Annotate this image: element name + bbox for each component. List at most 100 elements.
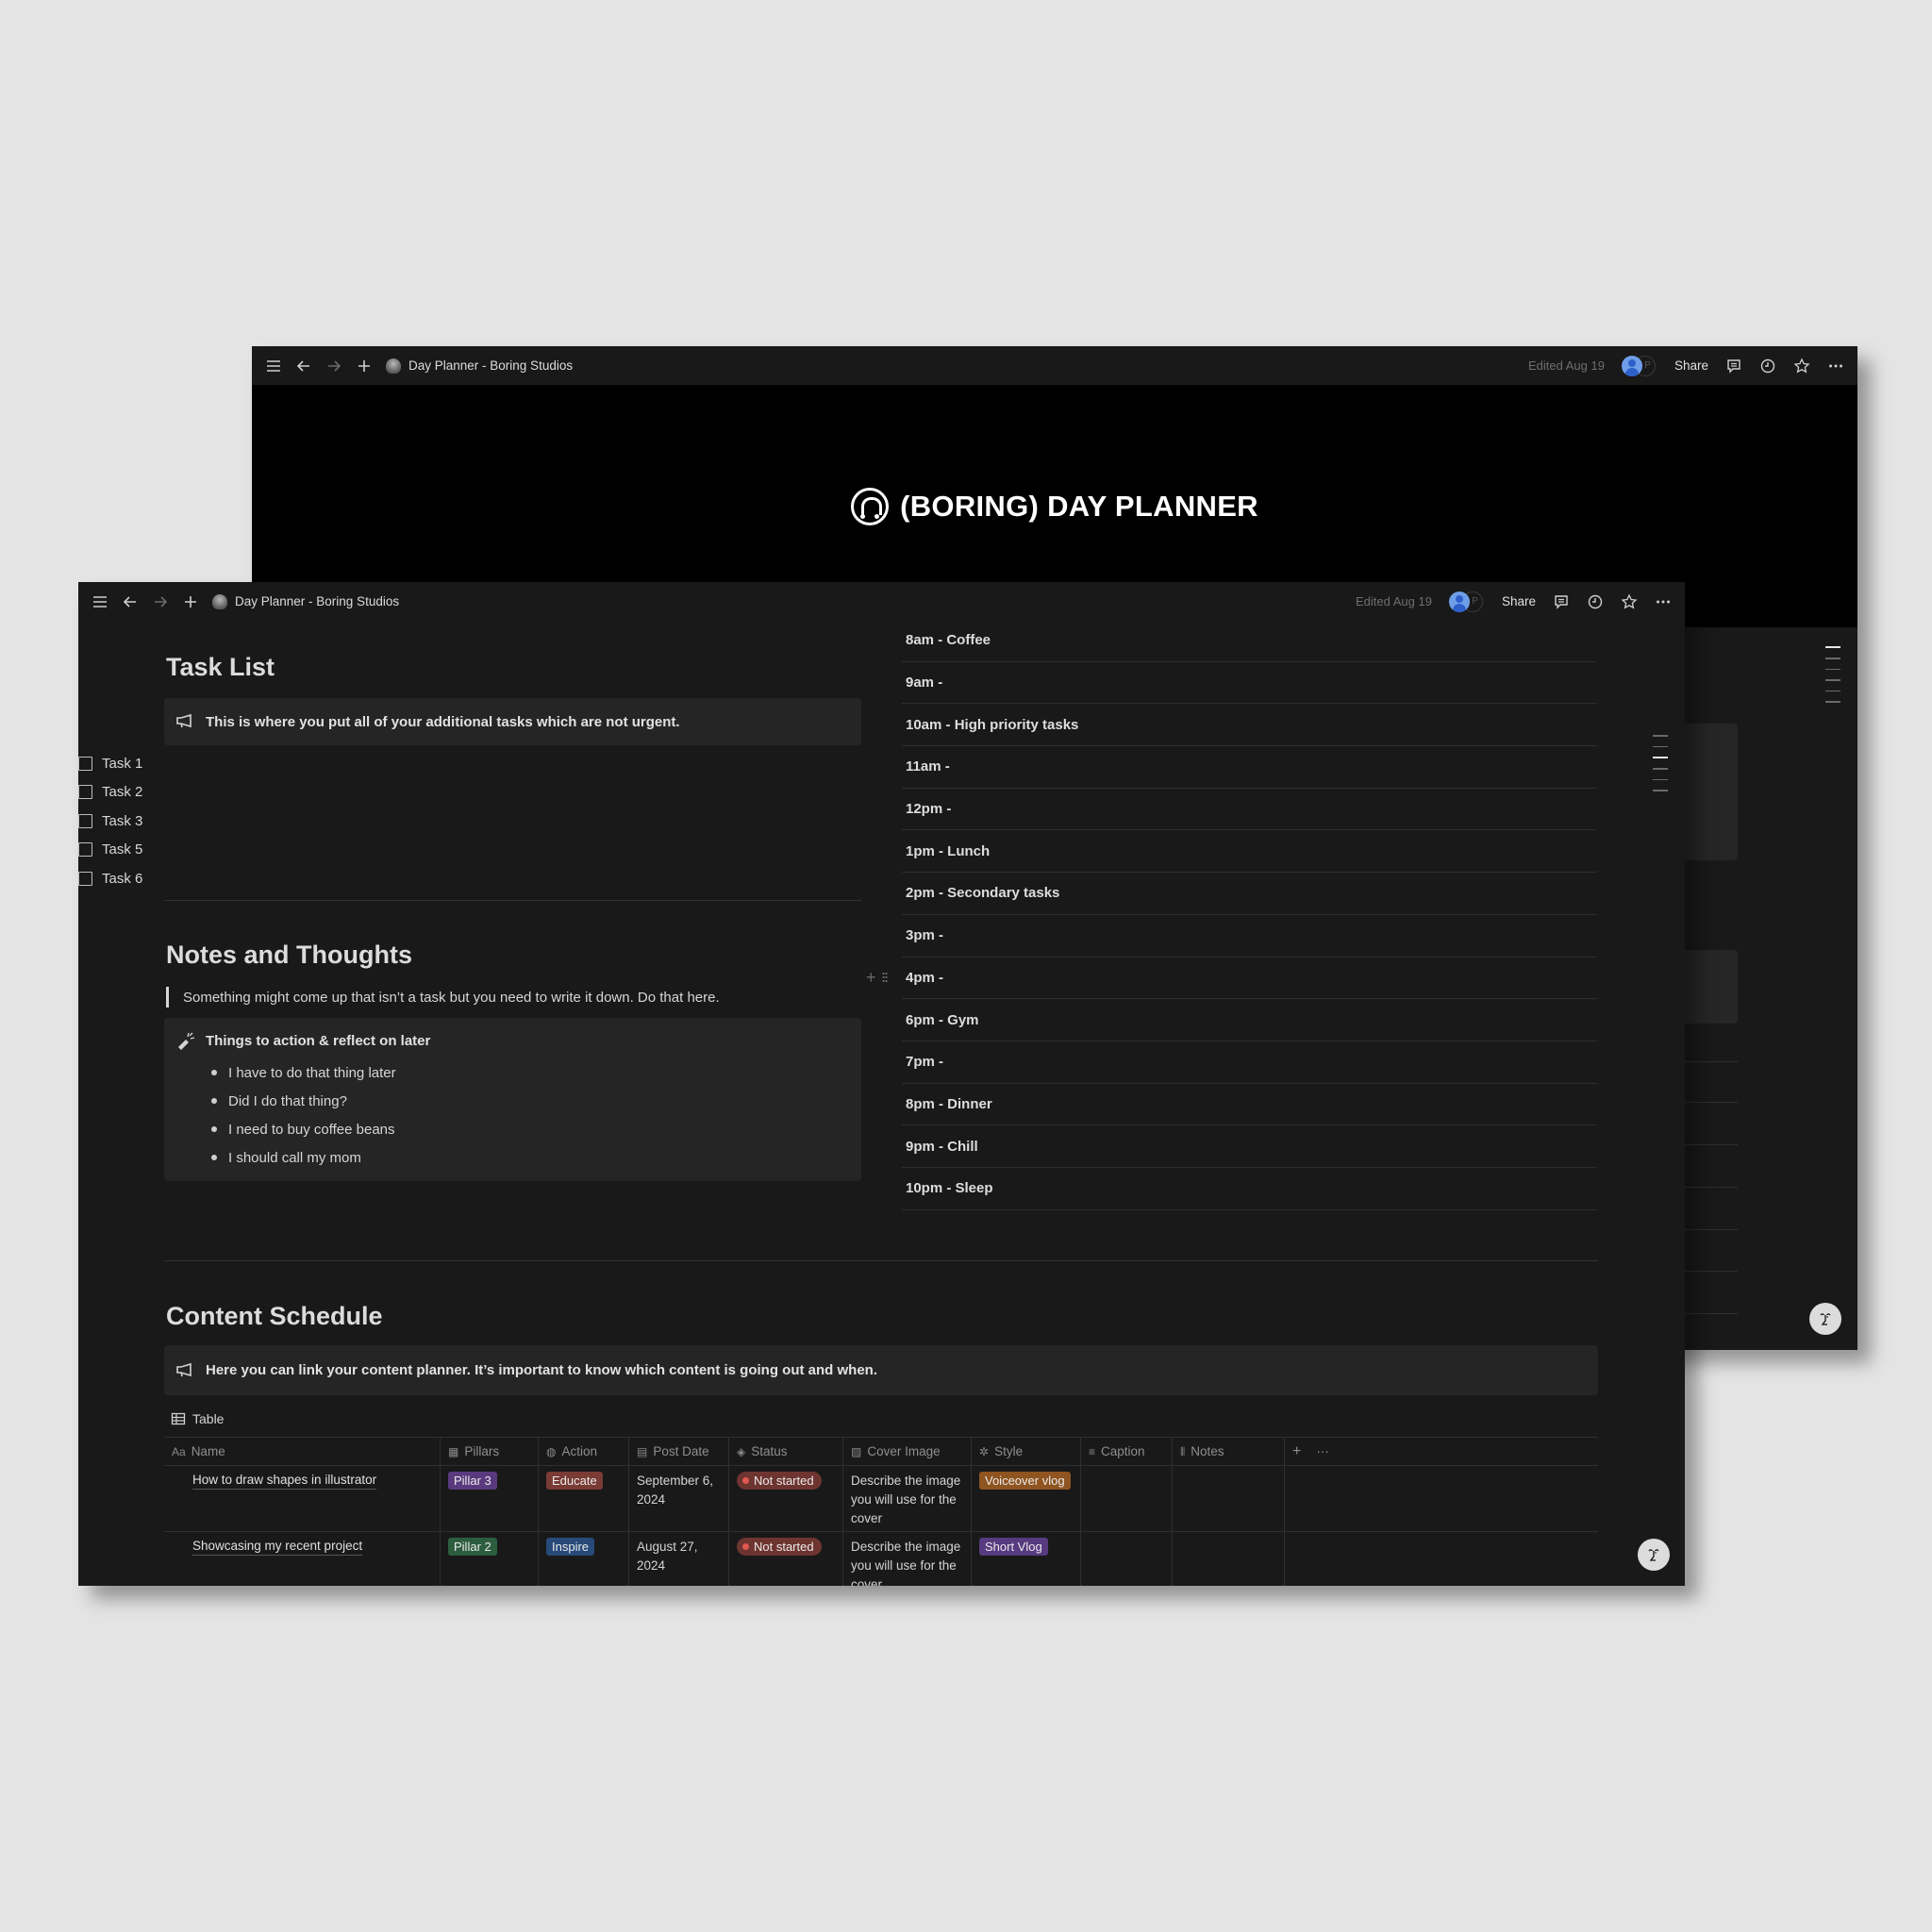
forward-arrow-icon[interactable] [152,593,169,610]
new-page-plus-icon[interactable] [182,593,199,610]
back-arrow-icon[interactable] [122,593,139,610]
back-arrow-icon[interactable] [295,358,312,375]
column-header-caption[interactable]: ≡ Caption [1081,1438,1173,1465]
collaborator-avatars[interactable]: P [1448,591,1485,612]
notes-cell[interactable] [1173,1532,1285,1586]
toc-marker[interactable] [1653,768,1668,770]
caption-cell[interactable] [1081,1532,1173,1586]
forward-arrow-icon[interactable] [325,358,342,375]
history-clock-icon[interactable] [1587,593,1604,610]
status-badge[interactable]: Not started [737,1538,822,1556]
time-slot[interactable]: 10am - High priority tasks [902,704,1597,747]
toc-marker[interactable] [1653,778,1668,780]
action-tag[interactable]: Inspire [546,1538,595,1556]
caption-cell[interactable] [1081,1466,1173,1531]
menu-icon[interactable] [265,358,282,375]
time-slot[interactable]: 11am - [902,746,1597,789]
cover-image-cell[interactable]: Describe the image you will use for the … [843,1532,972,1586]
time-slot[interactable]: 1pm - Lunch [902,830,1597,874]
toc-marker[interactable] [1653,745,1668,747]
column-header-cover-image[interactable]: ▨ Cover Image [843,1438,972,1465]
table-row[interactable]: Showcasing my recent project Pillar 2 In… [164,1531,1598,1586]
post-date-cell[interactable]: August 27, 2024 [629,1532,729,1586]
time-slot[interactable]: 9pm - Chill [902,1125,1597,1168]
column-header-pillars[interactable]: ▦ Pillars [441,1438,539,1465]
notes-cell[interactable] [1173,1466,1285,1531]
checkbox[interactable] [78,871,92,886]
toc-marker[interactable] [1653,735,1668,737]
add-column-plus-icon[interactable]: + [1292,1442,1301,1461]
action-tag[interactable]: Educate [546,1472,603,1490]
toc-marker[interactable] [1825,690,1840,691]
new-page-plus-icon[interactable] [356,358,373,375]
history-clock-icon[interactable] [1759,358,1776,375]
checkbox[interactable] [78,813,92,828]
menu-icon[interactable] [92,593,108,610]
breadcrumb[interactable]: Day Planner - Boring Studios [212,593,399,609]
front-window: Day Planner - Boring Studios Edited Aug … [78,582,1685,1586]
time-slot[interactable]: 3pm - [902,915,1597,958]
add-block-plus-icon[interactable]: + [866,968,876,988]
share-button[interactable]: Share [1502,594,1536,608]
style-tag[interactable]: Voiceover vlog [979,1472,1071,1490]
time-slot[interactable]: 12pm - [902,789,1597,831]
column-header-name[interactable]: Aa Name [164,1438,441,1465]
more-options-icon[interactable] [1655,593,1672,610]
help-button[interactable] [1809,1303,1841,1335]
pillar-tag[interactable]: Pillar 3 [448,1472,497,1490]
column-header-notes[interactable]: ⦀ Notes [1173,1438,1285,1465]
pillar-tag[interactable]: Pillar 2 [448,1538,497,1556]
toc-marker[interactable] [1825,679,1840,681]
drag-handle-icon[interactable] [881,972,888,984]
time-slot[interactable]: + 4pm - [866,958,1597,1000]
checkbox[interactable] [78,785,92,800]
table-row[interactable]: How to draw shapes in illustrator Pillar… [164,1465,1598,1531]
time-slot[interactable]: 6pm - Gym [902,999,1597,1041]
time-slot[interactable]: 10pm - Sleep [902,1168,1597,1210]
favorite-star-icon[interactable] [1793,357,1810,375]
column-header-status[interactable]: ◈ Status [729,1438,843,1465]
task-item[interactable]: Task 2 [78,778,142,808]
collaborator-avatars[interactable]: P [1621,355,1657,376]
task-item[interactable]: Task 5 [78,836,142,865]
toc-marker[interactable] [1653,757,1668,758]
toc-marker[interactable] [1825,658,1840,659]
toc-marker[interactable] [1825,701,1840,703]
favorite-star-icon[interactable] [1621,592,1638,610]
checkbox[interactable] [78,756,92,771]
style-tag[interactable]: Short Vlog [979,1538,1048,1556]
time-slot[interactable]: 8pm - Dinner [902,1084,1597,1126]
checkbox[interactable] [78,842,92,858]
view-tab-table[interactable]: Table [170,1410,224,1427]
cover-image-cell[interactable]: Describe the image you will use for the … [843,1466,972,1531]
cover-title: (BORING) DAY PLANNER [900,489,1258,523]
list-item: I need to buy coffee beans [211,1115,396,1143]
column-header-style[interactable]: ✲ Style [972,1438,1081,1465]
breadcrumb[interactable]: Day Planner - Boring Studios [386,358,573,374]
status-badge[interactable]: Not started [737,1472,822,1490]
task-item[interactable]: Task 6 [78,864,142,893]
column-header-action[interactable]: ◍ Action [539,1438,629,1465]
time-slot[interactable]: 7pm - [902,1041,1597,1084]
task-item[interactable]: Task 1 [78,749,142,778]
toc-marker[interactable] [1653,790,1668,791]
help-button[interactable] [1638,1539,1670,1571]
task-item[interactable]: Task 3 [78,807,142,836]
share-button[interactable]: Share [1674,358,1708,373]
time-slot[interactable]: 2pm - Secondary tasks [902,873,1597,915]
table-of-contents-rail[interactable] [1653,735,1668,791]
time-slot[interactable]: 8am - Coffee [902,620,1597,662]
more-options-icon[interactable] [1827,358,1844,375]
column-header-post-date[interactable]: ▤ Post Date [629,1438,729,1465]
row-name-link[interactable]: Showcasing my recent project [192,1538,363,1556]
column-more-icon[interactable]: ··· [1316,1442,1329,1461]
toc-marker[interactable] [1825,646,1840,648]
comment-icon[interactable] [1725,358,1742,375]
time-slot[interactable]: 9am - [902,662,1597,705]
table-of-contents-rail[interactable] [1825,646,1840,703]
row-name-link[interactable]: How to draw shapes in illustrator [192,1472,377,1490]
block-handle[interactable]: + [866,968,888,988]
toc-marker[interactable] [1825,668,1840,670]
post-date-cell[interactable]: September 6, 2024 [629,1466,729,1531]
comment-icon[interactable] [1553,593,1570,610]
